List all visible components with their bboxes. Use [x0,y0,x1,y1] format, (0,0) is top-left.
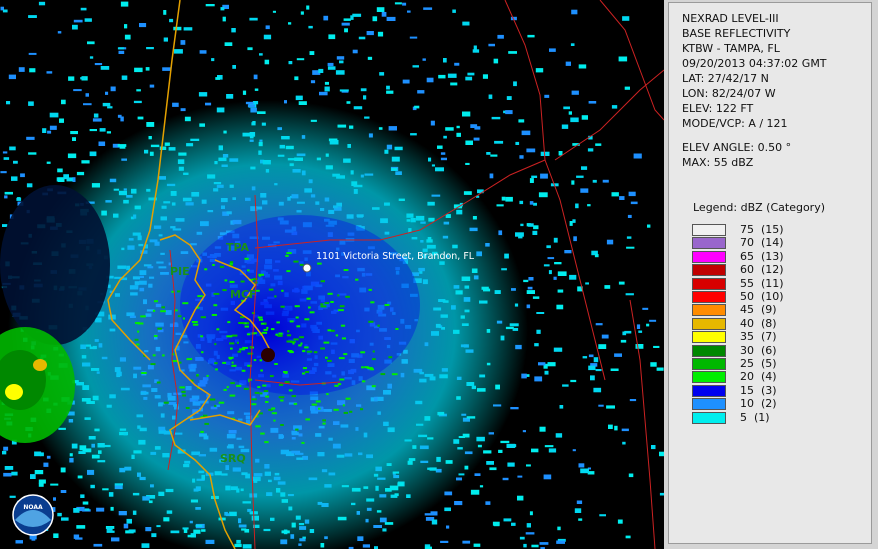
legend-row: 10 (2) [692,397,862,411]
legend-swatch [692,384,726,397]
legend-label: 5 (1) [740,410,770,424]
legend-swatch [692,264,726,277]
station-label-pie: PIE [170,265,190,278]
address-label: 1101 Victoria Street, Brandon, FL [316,251,475,262]
legend-title: Legend: dBZ (Category) [693,201,825,214]
legend-label: 55 (11) [740,276,784,290]
noaa-logo: NOAA [12,494,54,536]
legend-swatch [692,224,726,236]
station-label-tpa: TPA [226,241,250,254]
legend-swatch [692,304,726,317]
radar-site-marker [261,348,275,362]
gulf-no-echo [0,185,110,345]
radar-map[interactable]: 1101 Victoria Street, Brandon, FL TPA PI… [0,0,664,549]
legend-row: 65 (13) [692,249,862,264]
legend-row: 40 (8) [692,316,862,331]
legend-swatch [692,237,726,250]
legend-swatch [692,398,726,411]
legend-row: 20 (4) [692,370,862,384]
legend-label: 25 (5) [740,357,777,370]
latitude: LAT: 27/42/17 N [682,72,769,85]
station-label-mcf: MCF [230,288,257,301]
address-marker[interactable] [302,263,312,273]
legend-label: 50 (10) [740,290,784,303]
legend-label: 30 (6) [740,343,777,357]
legend-label: 60 (12) [740,263,784,277]
elevation: ELEV: 122 FT [682,102,754,115]
legend-row: 25 (5) [692,357,862,371]
legend-row: 15 (3) [692,383,862,398]
legend-row: 75 (15) [692,223,862,237]
legend-row: 55 (11) [692,276,862,291]
legend-swatch [692,371,726,384]
legend-swatch [692,331,726,344]
legend-label: 65 (13) [740,249,784,263]
svg-text:NOAA: NOAA [23,504,43,511]
elev-angle: ELEV ANGLE: 0.50 ° [682,141,792,154]
legend-label: 10 (2) [740,397,777,411]
legend-swatch [692,277,726,290]
radar-image: 1101 Victoria Street, Brandon, FL TPA PI… [0,0,664,549]
legend-row: 30 (6) [692,343,862,358]
product-line: NEXRAD LEVEL-III [682,12,779,25]
legend-swatch [692,291,726,303]
legend-label: 70 (14) [740,236,784,250]
legend-row: 50 (10) [692,290,862,304]
legend-row: 60 (12) [692,263,862,277]
station-id: KTBW - TAMPA, FL [682,42,780,55]
legend-row: 5 (1) [692,410,862,425]
product-type: BASE REFLECTIVITY [682,27,791,40]
legend-label: 15 (3) [740,383,777,397]
legend-swatch [692,411,726,424]
longitude: LON: 82/24/07 W [682,87,776,100]
legend-label: 35 (7) [740,330,777,344]
legend-label: 75 (15) [740,223,784,236]
legend-swatch [692,344,726,357]
station-label-srq: SRQ [220,452,246,465]
legend-swatch [692,317,726,330]
max-dbz: MAX: 55 dBZ [682,156,754,169]
legend-row: 35 (7) [692,330,862,344]
legend-swatch [692,358,726,370]
legend-label: 45 (9) [740,303,777,317]
mode-vcp: MODE/VCP: A / 121 [682,117,788,130]
timestamp: 09/20/2013 04:37:02 GMT [682,57,827,70]
legend-row: 70 (14) [692,236,862,250]
legend-swatch [692,250,726,263]
legend-label: 20 (4) [740,370,777,384]
legend-row: 45 (9) [692,303,862,317]
legend-label: 40 (8) [740,316,777,330]
info-panel: NEXRAD LEVEL-III BASE REFLECTIVITY KTBW … [668,2,872,544]
